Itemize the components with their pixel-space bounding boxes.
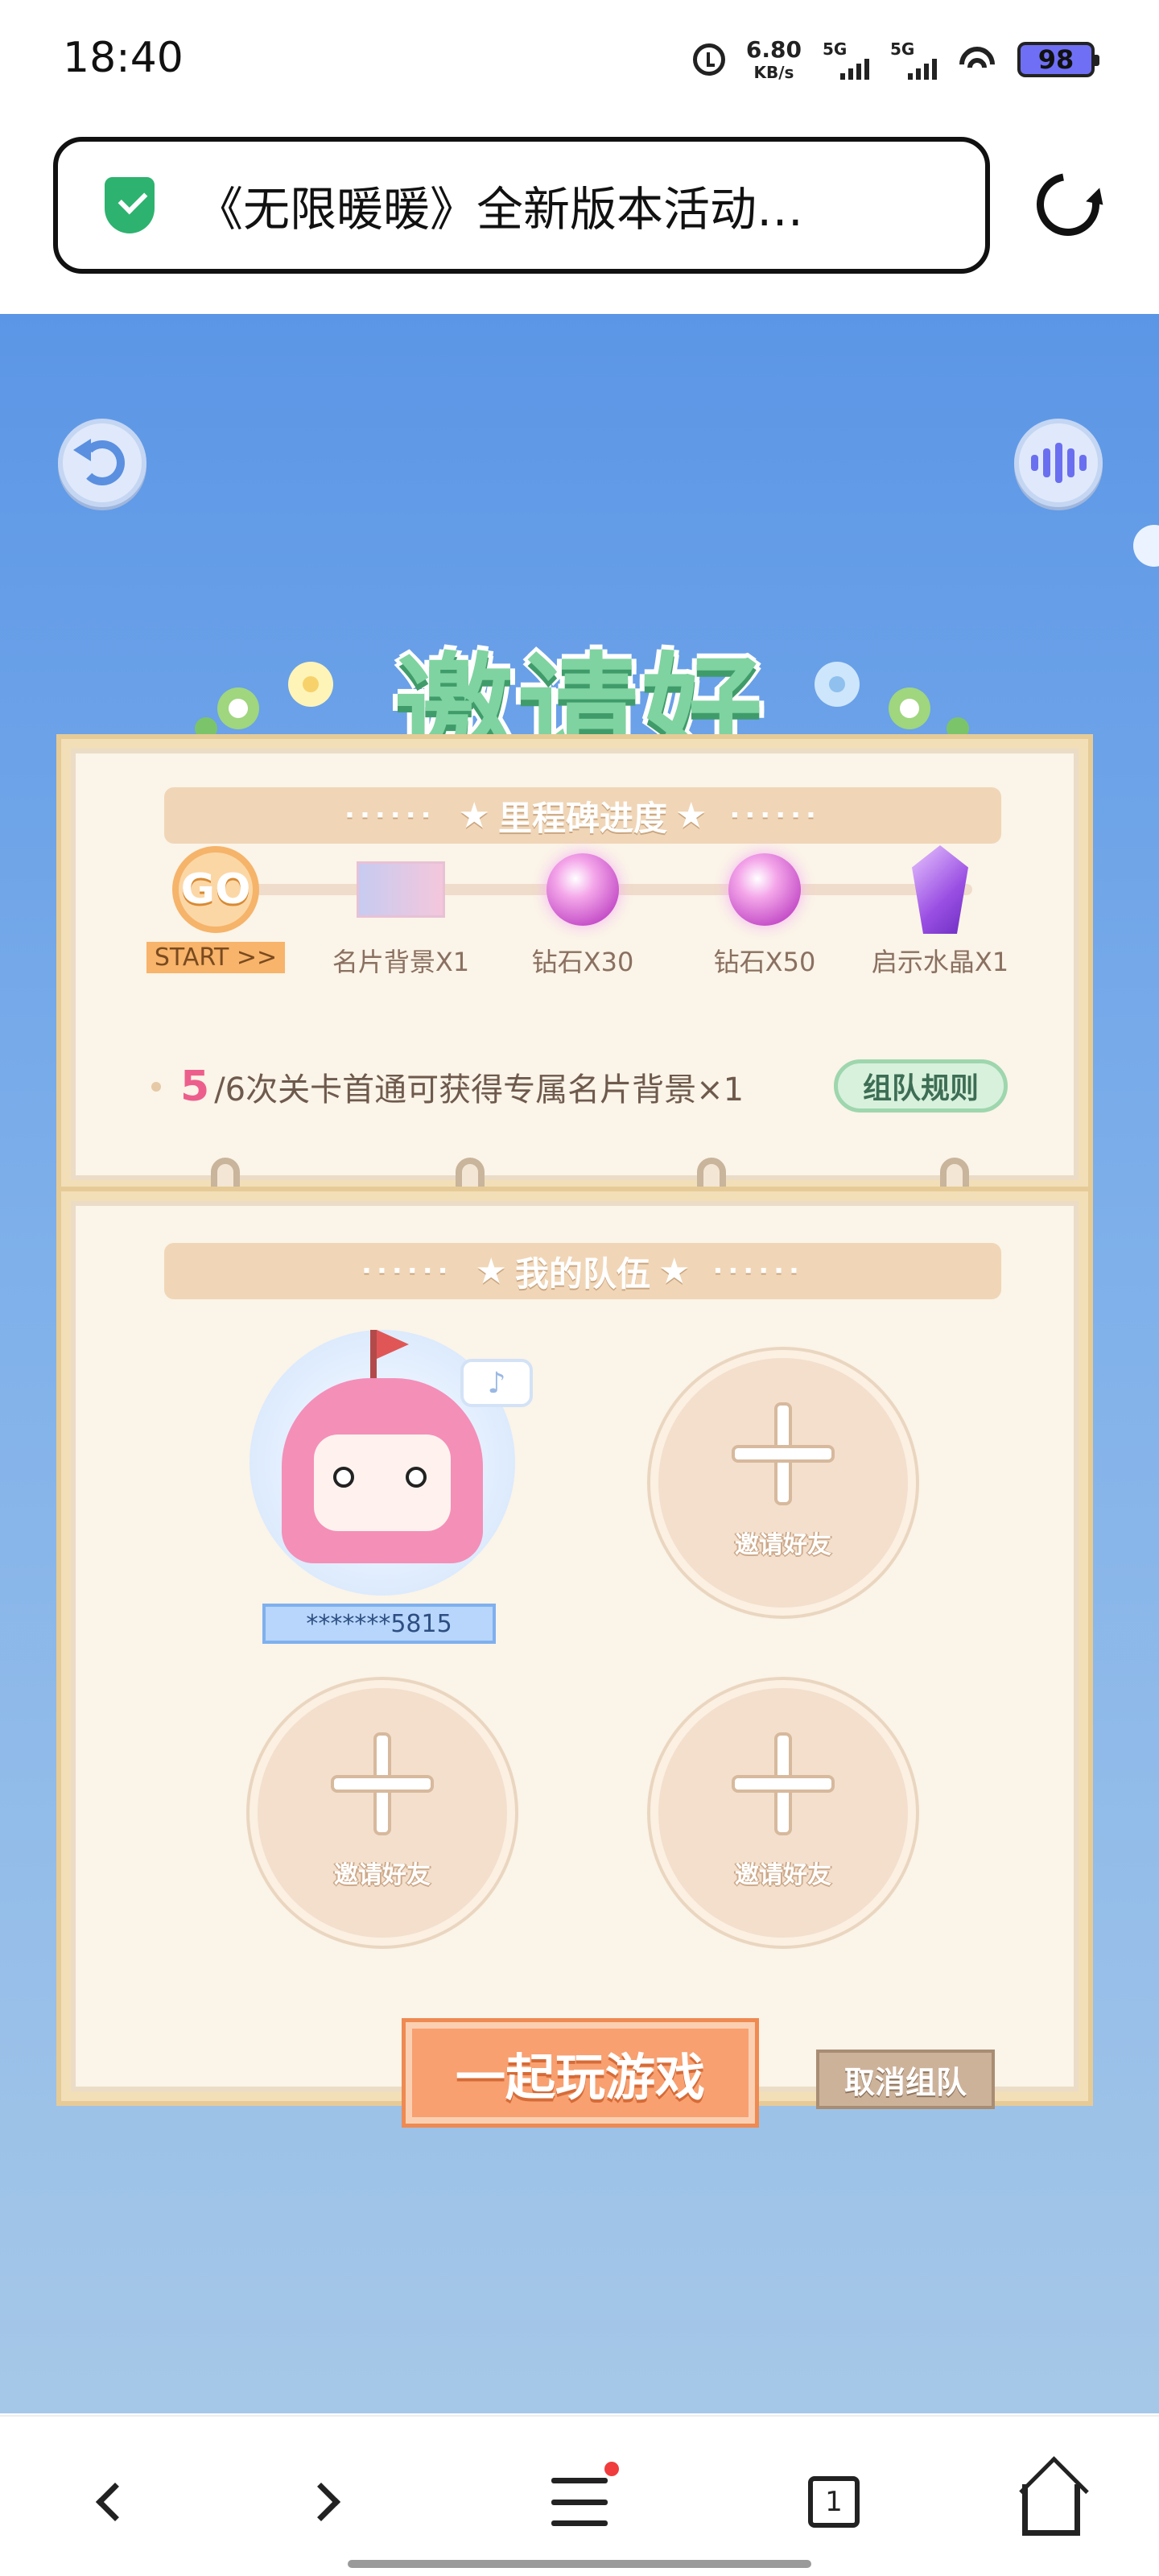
network-speed-unit: KB/s xyxy=(753,63,794,82)
chevron-right-icon xyxy=(301,2482,341,2522)
plus-icon xyxy=(334,1736,431,1832)
dots-decoration: ······ xyxy=(361,1255,453,1287)
back-button[interactable] xyxy=(58,419,146,507)
team-heading-band: ······ ★ 我的队伍 ★ ······ xyxy=(164,1243,1001,1299)
flower-decoration-right xyxy=(815,662,969,740)
battery-icon: 98 xyxy=(1017,42,1099,77)
wifi-icon xyxy=(958,43,996,76)
flag-icon xyxy=(370,1330,409,1378)
status-icons: 6.80 KB/s 5G 5G 98 xyxy=(692,35,1099,84)
menu-icon xyxy=(551,2462,619,2526)
notification-dot xyxy=(604,2462,619,2476)
page-title: 《无限暖暖》全新版本活动… xyxy=(196,182,804,237)
team-heading: 我的队伍 xyxy=(514,1253,650,1294)
member-name-tag: *******5815 xyxy=(262,1604,496,1644)
signal-icon-sim2: 5G xyxy=(890,39,937,80)
milestone-crystal[interactable]: 启示水晶X1 xyxy=(872,845,1008,982)
browser-bottom-nav: 1 xyxy=(0,2415,1159,2576)
diamond-gem-icon xyxy=(728,853,801,926)
milestone-diamond-30[interactable]: 钻石X30 xyxy=(518,845,647,982)
team-member-avatar[interactable]: ♪ xyxy=(250,1330,533,1596)
sim2-label: 5G xyxy=(890,39,915,59)
dots-decoration: ······ xyxy=(344,799,436,832)
avatar-eye xyxy=(333,1467,354,1488)
network-speed-value: 6.80 xyxy=(745,36,802,63)
crystal-icon xyxy=(912,845,968,934)
signal-icon-sim1: 5G xyxy=(823,39,869,80)
cancel-team-button[interactable]: 取消组队 xyxy=(816,2050,995,2109)
game-canvas: 邀请好友 ······ ★ 里程碑进度 ★ ······ GO START >>… xyxy=(0,314,1159,2413)
star-icon: ★ xyxy=(458,795,490,836)
invite-label: 邀请好友 xyxy=(735,1861,831,1889)
sim1-label: 5G xyxy=(823,39,848,59)
home-icon xyxy=(1022,2484,1080,2536)
milestone-panel: ······ ★ 里程碑进度 ★ ······ GO START >> 名片背景… xyxy=(61,739,1088,1190)
invite-label: 邀请好友 xyxy=(334,1861,431,1889)
milestone-label: 启示水晶X1 xyxy=(871,947,1009,977)
sound-wave-icon xyxy=(1030,443,1087,483)
gesture-bar xyxy=(348,2560,811,2568)
undo-arrow-icon xyxy=(73,439,125,485)
invite-friend-slot[interactable]: 邀请好友 xyxy=(650,1350,916,1616)
shield-check-icon xyxy=(105,177,155,233)
star-icon: ★ xyxy=(658,1250,691,1292)
chevron-left-icon xyxy=(95,2482,135,2522)
dots-decoration: ······ xyxy=(712,1255,804,1287)
go-badge-icon: GO xyxy=(172,846,259,933)
bullet-dot xyxy=(151,1082,161,1092)
alarm-icon xyxy=(692,43,725,76)
plus-icon xyxy=(735,1406,831,1502)
plus-icon xyxy=(735,1736,831,1832)
avatar-eye xyxy=(406,1467,427,1488)
invite-label: 邀请好友 xyxy=(735,1531,831,1559)
status-time: 18:40 xyxy=(63,34,184,82)
team-rules-button[interactable]: 组队规则 xyxy=(834,1059,1008,1113)
music-note-icon: ♪ xyxy=(460,1359,533,1407)
tab-count-icon: 1 xyxy=(808,2476,860,2528)
invite-friend-slot[interactable]: 邀请好友 xyxy=(650,1680,916,1946)
milestone-label: START >> xyxy=(146,942,286,973)
card-background-icon xyxy=(357,861,445,918)
progress-text-row: 5 /6次关卡首通可获得专属名片背景×1 xyxy=(151,1063,744,1111)
milestone-heading: 里程碑进度 xyxy=(497,798,667,838)
invite-friend-slot[interactable]: 邀请好友 xyxy=(250,1680,515,1946)
progress-current: 5 xyxy=(180,1063,210,1111)
milestone-card-background[interactable]: 名片背景X1 xyxy=(332,845,469,982)
network-speed: 6.80 KB/s xyxy=(745,36,802,82)
star-icon: ★ xyxy=(475,1250,507,1292)
tabs-button[interactable]: 1 xyxy=(794,2462,874,2542)
milestone-start: GO START >> xyxy=(146,845,286,982)
dots-decoration: ······ xyxy=(729,799,821,832)
diamond-gem-icon xyxy=(547,853,619,926)
milestone-label: 钻石X50 xyxy=(713,947,816,977)
team-panel: ······ ★ 我的队伍 ★ ······ ♪ *******5815 邀请好… xyxy=(61,1191,1088,2101)
milestone-diamond-50[interactable]: 钻石X50 xyxy=(700,845,829,982)
progress-description: /6次关卡首通可获得专属名片背景×1 xyxy=(214,1071,744,1108)
music-button[interactable] xyxy=(1014,419,1103,507)
status-bar: 18:40 6.80 KB/s 5G 5G 98 xyxy=(0,0,1159,121)
flower-decoration-left xyxy=(195,662,333,740)
nav-back-button[interactable] xyxy=(69,2462,150,2542)
cloud-decoration xyxy=(1133,525,1159,567)
star-icon: ★ xyxy=(675,795,707,836)
milestone-label: 名片背景X1 xyxy=(332,947,470,977)
address-bar[interactable]: 《无限暖暖》全新版本活动… xyxy=(53,137,990,274)
reload-icon[interactable] xyxy=(1024,160,1112,249)
nav-forward-button[interactable] xyxy=(287,2462,367,2542)
milestone-heading-band: ······ ★ 里程碑进度 ★ ······ xyxy=(164,787,1001,844)
menu-button[interactable] xyxy=(539,2462,620,2542)
milestone-label: 钻石X30 xyxy=(531,947,634,977)
play-together-button[interactable]: 一起玩游戏 xyxy=(406,2022,755,2124)
home-button[interactable] xyxy=(1011,2462,1091,2542)
